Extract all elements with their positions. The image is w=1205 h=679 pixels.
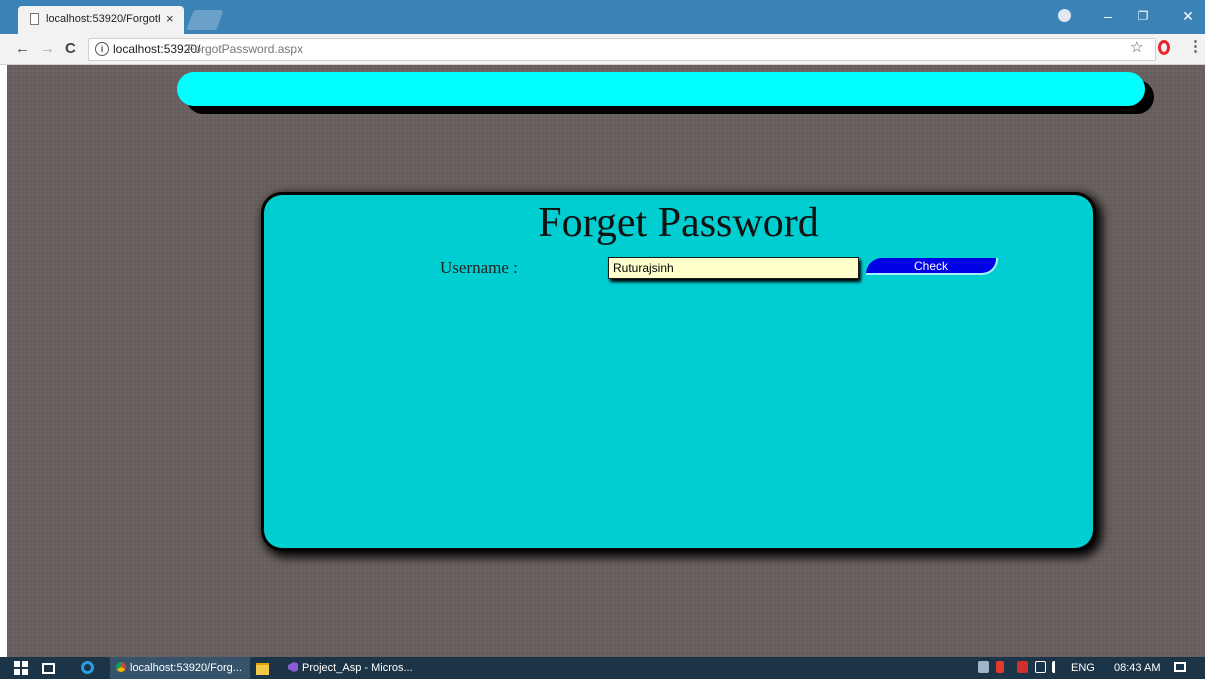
restore-button[interactable]: ❐ <box>1131 8 1155 24</box>
close-window-button[interactable]: ✕ <box>1176 8 1200 24</box>
address-bar[interactable]: i localhost:53920/ ForgotPassword.aspx <box>88 38 1156 61</box>
profile-icon[interactable] <box>1058 9 1071 22</box>
page-title: Forget Password <box>538 200 819 246</box>
username-label: Username : <box>440 258 518 277</box>
edge-icon[interactable] <box>81 661 94 674</box>
tab-title: localhost:53920/ForgotP <box>46 13 160 25</box>
task-view-icon[interactable] <box>42 663 55 674</box>
forward-icon[interactable]: → <box>40 41 55 57</box>
bookmark-star-icon[interactable]: ☆ <box>1130 40 1143 56</box>
volume-muted-icon[interactable] <box>1052 661 1063 673</box>
clock[interactable]: 08:43 AM <box>1114 657 1160 679</box>
header-banner <box>177 72 1145 106</box>
url-path: ForgotPassword.aspx <box>187 42 304 56</box>
username-input[interactable] <box>608 257 859 279</box>
info-icon[interactable]: i <box>95 42 109 56</box>
tab-close-icon[interactable]: × <box>166 11 174 27</box>
defender-icon[interactable] <box>1017 661 1028 673</box>
network-icon[interactable] <box>1035 661 1046 673</box>
notifications-icon[interactable] <box>1174 662 1186 672</box>
back-icon[interactable]: ← <box>15 41 30 57</box>
language-indicator[interactable]: ENG <box>1071 657 1095 679</box>
taskbar-chrome-app[interactable]: localhost:53920/Forg... <box>110 657 250 679</box>
taskbar-visual-studio-app[interactable]: Project_Asp - Micros... <box>282 657 413 679</box>
browser-toolbar: ← → C i localhost:53920/ ForgotPassword.… <box>0 34 1205 65</box>
page-viewport: Forget Password Username : Check <box>7 65 1205 657</box>
forgot-password-panel: Forget Password Username : Check <box>264 195 1093 548</box>
opera-extension-icon[interactable] <box>1158 40 1170 55</box>
browser-menu-icon[interactable]: ⋮ <box>1188 39 1203 55</box>
tray-app-icon[interactable] <box>978 661 989 673</box>
chrome-app-label: localhost:53920/Forg... <box>130 662 242 674</box>
file-explorer-icon[interactable] <box>256 663 269 675</box>
windows-start-icon[interactable] <box>14 661 28 675</box>
minimize-button[interactable]: – <box>1096 8 1120 24</box>
page-icon <box>30 13 39 25</box>
check-button[interactable]: Check <box>866 258 998 275</box>
reload-icon[interactable]: C <box>65 41 76 57</box>
new-tab-button[interactable] <box>186 10 224 30</box>
browser-titlebar: localhost:53920/ForgotP × – ❐ ✕ <box>0 0 1205 34</box>
tray-alert-icon[interactable] <box>996 661 1004 673</box>
visual-studio-icon <box>288 662 298 672</box>
browser-tab[interactable]: localhost:53920/ForgotP × <box>18 6 184 34</box>
vs-app-label: Project_Asp - Micros... <box>302 662 413 674</box>
chrome-icon <box>116 662 126 672</box>
windows-taskbar: localhost:53920/Forg... Project_Asp - Mi… <box>0 657 1205 679</box>
